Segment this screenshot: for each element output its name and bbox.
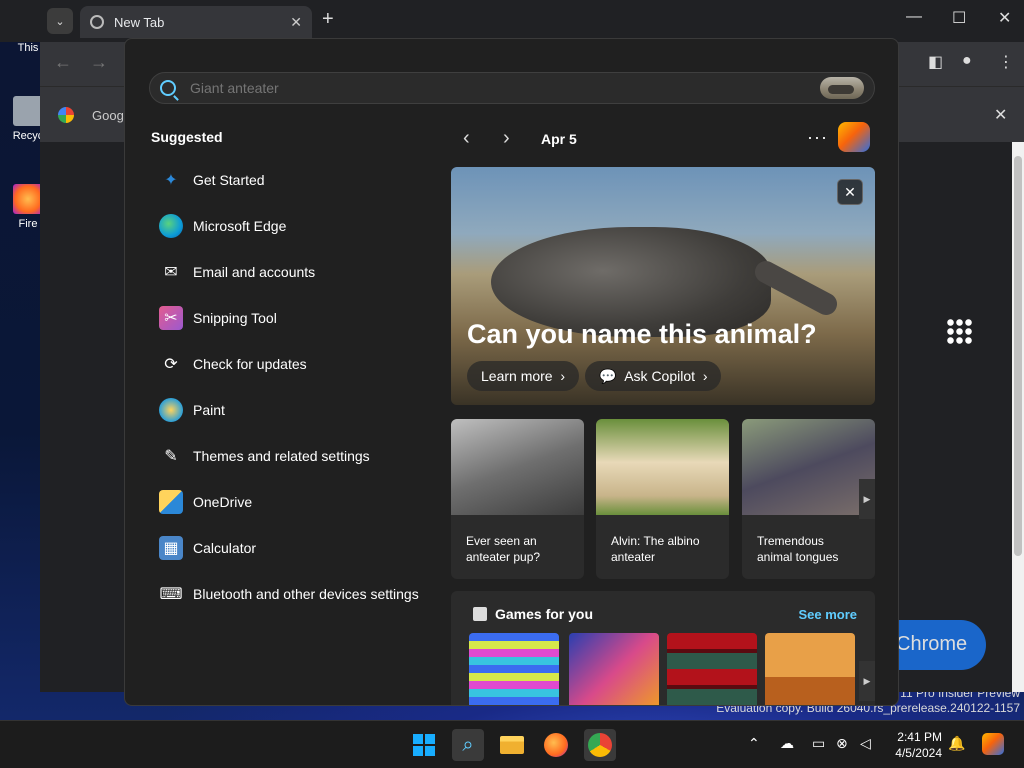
card-image <box>451 419 584 515</box>
see-more-link[interactable]: See more <box>798 607 857 622</box>
menu-icon[interactable]: ⋮ <box>998 52 1014 72</box>
games-icon <box>473 607 487 621</box>
tab-title: New Tab <box>114 14 165 30</box>
close-bar-icon[interactable]: ✕ <box>994 105 1007 125</box>
more-options-icon[interactable]: ··· <box>807 127 828 148</box>
current-date: Apr 5 <box>541 130 577 147</box>
card-image <box>742 419 875 515</box>
list-item[interactable]: ⌨ Bluetooth and other devices settings <box>151 571 441 617</box>
tab-new-tab[interactable]: New Tab ✕ <box>80 6 312 38</box>
tab-close-icon[interactable]: ✕ <box>290 14 302 31</box>
edge-icon <box>159 214 183 238</box>
get-started-icon: ✦ <box>164 172 178 189</box>
minimize-button[interactable]: — <box>906 8 922 26</box>
chrome-favicon-icon <box>90 15 104 29</box>
network-icon[interactable]: ⊗ <box>836 735 848 752</box>
list-item[interactable]: Paint <box>151 387 441 433</box>
onedrive-tray-icon[interactable]: ☁ <box>780 735 794 752</box>
list-item[interactable]: ✉ Email and accounts <box>151 249 441 295</box>
ask-copilot-button[interactable]: 💬 Ask Copilot › <box>585 361 722 391</box>
games-section: Games for you See more ▶ <box>451 591 875 705</box>
card-anteater-pup[interactable]: Ever seen an anteater pup? <box>451 419 584 579</box>
bookmark-google[interactable]: Goog <box>58 107 124 123</box>
date-navigator: ‹ › Apr 5 <box>463 127 577 150</box>
list-item[interactable]: ✦ Get Started <box>151 157 441 203</box>
chrome-taskbar-icon[interactable] <box>584 729 616 761</box>
suggested-heading: Suggested <box>151 129 223 145</box>
clock-date: 4/5/2024 <box>895 746 942 760</box>
paint-icon <box>159 398 183 422</box>
carousel-next-icon[interactable]: ▶ <box>859 479 875 519</box>
chevron-right-icon[interactable]: › <box>503 127 523 150</box>
back-icon[interactable]: ← <box>54 52 72 73</box>
chevron-right-icon: › <box>702 368 708 384</box>
game-tile-3[interactable] <box>667 633 757 705</box>
learn-more-button[interactable]: Learn more › <box>467 361 580 391</box>
profile-icon[interactable]: ● <box>962 52 972 70</box>
monitor-icon[interactable]: ▭ <box>812 735 825 752</box>
side-panel-icon[interactable]: ◧ <box>928 52 943 72</box>
search-box[interactable] <box>149 72 875 104</box>
maximize-button[interactable]: ☐ <box>952 8 966 28</box>
search-panel: Suggested ✦ Get Started Microsoft Edge ✉… <box>124 38 899 706</box>
snipping-tool-icon: ✂ <box>159 306 183 330</box>
chevron-left-icon[interactable]: ‹ <box>463 127 483 150</box>
taskbar: ⌕ ⌃ ☁ ▭ ⊗ ◁ 2:41 PM 4/5/2024 🔔 <box>0 720 1024 768</box>
hero-card[interactable]: ✕ Can you name this animal? Learn more ›… <box>451 167 875 405</box>
chevron-right-icon: › <box>560 368 566 384</box>
carousel-next-icon[interactable]: ▶ <box>859 661 875 701</box>
suggested-list: ✦ Get Started Microsoft Edge ✉ Email and… <box>151 157 441 617</box>
card-image <box>596 419 729 515</box>
volume-icon[interactable]: ◁ <box>860 735 871 752</box>
file-explorer-icon[interactable] <box>496 729 528 761</box>
calculator-icon: ▦ <box>159 536 183 560</box>
new-tab-button[interactable]: + <box>322 8 334 31</box>
title-bar: ⌄ New Tab ✕ + — ☐ ✕ <box>0 0 1024 42</box>
search-highlight-thumbnail[interactable] <box>820 77 864 99</box>
apps-grid-icon[interactable] <box>946 318 972 344</box>
search-icon <box>160 80 176 96</box>
scrollbar-thumb[interactable] <box>1014 156 1022 556</box>
forward-icon[interactable]: → <box>90 52 108 73</box>
brush-icon: ✎ <box>164 448 178 465</box>
start-button[interactable] <box>408 729 440 761</box>
game-tile-1[interactable] <box>469 633 559 705</box>
list-item[interactable]: ⟳ Check for updates <box>151 341 441 387</box>
card-animal-tongues[interactable]: Tremendous animal tongues <box>742 419 875 579</box>
game-tile-4[interactable] <box>765 633 855 705</box>
list-item[interactable]: OneDrive <box>151 479 441 525</box>
bell-icon[interactable]: 🔔 <box>948 735 965 752</box>
onedrive-icon <box>159 490 183 514</box>
search-taskbar-icon[interactable]: ⌕ <box>452 729 484 761</box>
close-icon[interactable]: ✕ <box>837 179 863 205</box>
close-window-button[interactable]: ✕ <box>998 8 1011 28</box>
clock-time: 2:41 PM <box>897 730 942 744</box>
card-row: Ever seen an anteater pup? Alvin: The al… <box>451 419 875 579</box>
list-item[interactable]: Microsoft Edge <box>151 203 441 249</box>
mail-icon: ✉ <box>164 264 178 281</box>
copilot-taskbar-icon[interactable] <box>982 733 1004 755</box>
scrollbar[interactable] <box>1012 142 1024 692</box>
devices-icon: ⌨ <box>159 586 183 603</box>
game-tile-2[interactable] <box>569 633 659 705</box>
clock[interactable]: 2:41 PM 4/5/2024 <box>888 729 942 761</box>
tab-search-button[interactable]: ⌄ <box>47 8 73 34</box>
card-albino-anteater[interactable]: Alvin: The albino anteater <box>596 419 729 579</box>
list-item[interactable]: ▦ Calculator <box>151 525 441 571</box>
chat-icon: 💬 <box>599 367 617 384</box>
list-item[interactable]: ✎ Themes and related settings <box>151 433 441 479</box>
copilot-icon[interactable] <box>838 122 870 152</box>
hero-title: Can you name this animal? <box>467 319 817 349</box>
games-heading: Games for you <box>473 606 593 622</box>
search-input[interactable] <box>190 80 790 96</box>
google-icon <box>58 107 74 123</box>
firefox-taskbar-icon[interactable] <box>540 729 572 761</box>
refresh-icon: ⟳ <box>164 356 178 373</box>
list-item[interactable]: ✂ Snipping Tool <box>151 295 441 341</box>
windows-logo-icon <box>413 734 435 756</box>
chevron-up-icon[interactable]: ⌃ <box>748 735 760 752</box>
